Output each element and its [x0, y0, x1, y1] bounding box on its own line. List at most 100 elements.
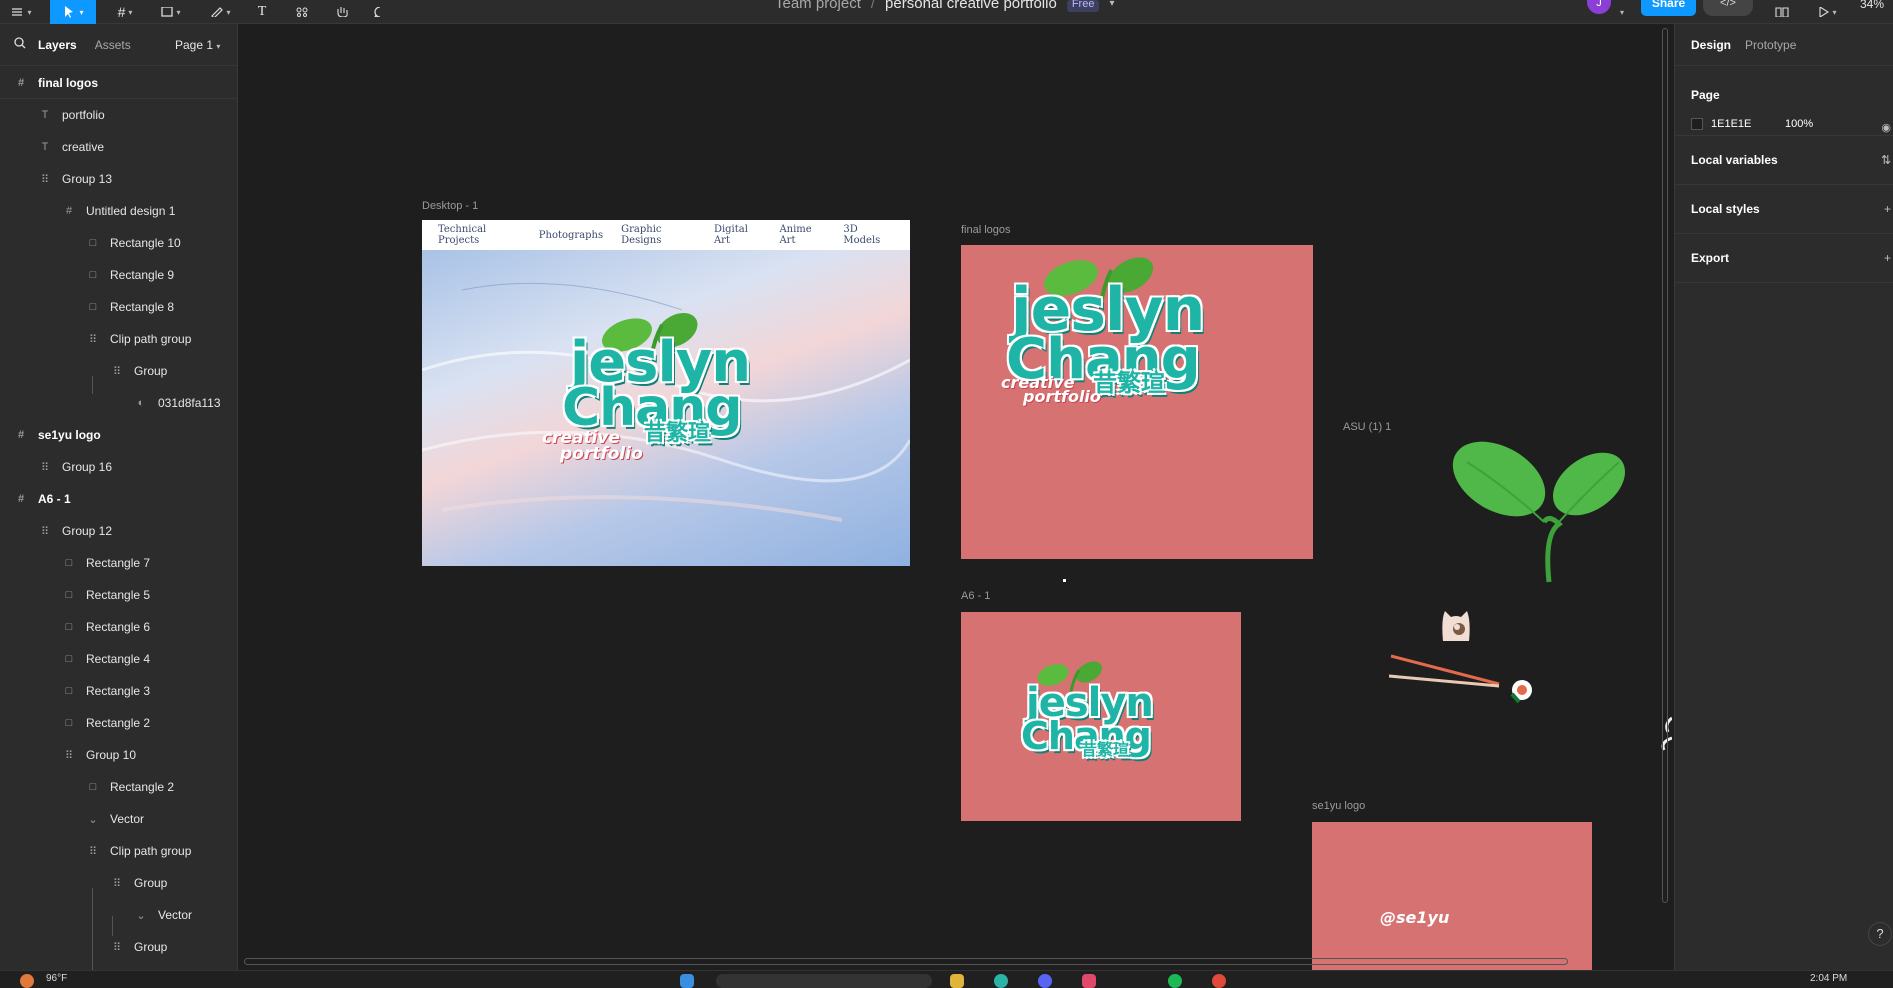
canvas[interactable]: Desktop - 1 Technical Projects Photograp… [239, 24, 1674, 970]
text-tool-button[interactable]: T [252, 0, 272, 24]
tab-assets[interactable]: Assets [95, 38, 131, 52]
local-variables-section[interactable]: Local variables ⇅ [1675, 136, 1893, 185]
local-styles-title: Local styles [1691, 202, 1760, 216]
layer-row[interactable]: ⠿ Group 13 [0, 163, 237, 195]
search-icon[interactable] [14, 37, 26, 52]
layer-label: Group 16 [62, 460, 113, 474]
text-icon: T [41, 141, 49, 153]
comment-tool-button[interactable] [370, 0, 390, 24]
edge-icon[interactable] [994, 974, 1008, 988]
shape-tool-button[interactable]: ▾ [154, 0, 188, 24]
add-style-icon[interactable]: + [1884, 185, 1891, 234]
layer-row[interactable]: ⠿ Group 12 [0, 515, 237, 547]
layer-row[interactable]: □ Rectangle 7 [0, 547, 237, 579]
cat-sticker-icon[interactable] [1439, 607, 1473, 643]
tab-design[interactable]: Design [1691, 38, 1731, 52]
page-opacity-value[interactable]: 100% [1785, 118, 1813, 130]
layer-row[interactable]: Tcreative [0, 131, 237, 163]
share-button[interactable]: Share [1641, 0, 1696, 16]
a6-frame[interactable]: jeslyn Chang 昔繁瑄 [961, 612, 1241, 821]
resources-button[interactable] [292, 0, 312, 24]
page-fill-row: 1E1E1E 100% [1691, 118, 1877, 130]
hand-tool-button[interactable] [332, 0, 352, 24]
layer-row[interactable]: # se1yu logo [0, 419, 237, 451]
eye-icon[interactable]: ◉ [1881, 121, 1891, 134]
layer-row[interactable]: ⌄ Vector [0, 899, 237, 931]
layer-row[interactable]: □ Rectangle 10 [0, 227, 237, 259]
start-icon[interactable] [680, 974, 694, 988]
frame-label-asu[interactable]: ASU (1) 1 [1343, 421, 1391, 433]
layer-row[interactable]: ⌄ Vector [0, 803, 237, 835]
library-button[interactable] [1772, 0, 1792, 24]
layer-row[interactable]: # final logos [0, 67, 237, 99]
final-logos-frame[interactable]: jeslyn Chang 昔繁瑄 creative portfolio [961, 245, 1313, 559]
layer-row[interactable]: # A6 - 1 [0, 483, 237, 515]
layer-row[interactable]: □ Rectangle 5 [0, 579, 237, 611]
file-name[interactable]: personal creative portfolio [885, 0, 1057, 12]
large-sprout-icon[interactable] [1449, 434, 1639, 584]
help-button[interactable]: ? [1868, 922, 1892, 946]
hand-icon [337, 7, 348, 17]
rectangle-icon: □ [65, 589, 73, 601]
layer-row[interactable]: □ Rectangle 4 [0, 643, 237, 675]
group-icon: ⠿ [88, 333, 98, 346]
text-icon: T [41, 109, 49, 121]
discord-icon[interactable] [1038, 974, 1052, 988]
layer-row[interactable]: ⠿ Group [0, 355, 237, 387]
layer-row[interactable]: □ Rectangle 8 [0, 291, 237, 323]
horizontal-scrollbar[interactable] [244, 958, 1568, 965]
app-icon[interactable] [1082, 974, 1096, 988]
tab-prototype[interactable]: Prototype [1745, 38, 1796, 52]
layer-row[interactable]: □ Rectangle 9 [0, 259, 237, 291]
variables-icon[interactable]: ⇅ [1881, 136, 1891, 185]
frame-label-final-logos[interactable]: final logos [961, 224, 1011, 236]
layer-row[interactable]: ⠿ Group [0, 931, 237, 963]
spotify-icon[interactable] [1168, 974, 1182, 988]
present-button[interactable]: ▾ [1812, 0, 1844, 24]
layer-row[interactable]: □ Rectangle 2 [0, 771, 237, 803]
layer-row[interactable]: ⠿ Clip path group [0, 835, 237, 867]
add-export-icon[interactable]: + [1884, 234, 1891, 283]
layer-row[interactable]: Tportfolio [0, 99, 237, 131]
page-color-value[interactable]: 1E1E1E [1711, 118, 1785, 130]
layer-row[interactable]: ⠿ Group [0, 867, 237, 899]
frame-label-desktop[interactable]: Desktop - 1 [422, 200, 478, 212]
layer-row[interactable]: □ Rectangle 3 [0, 675, 237, 707]
layer-row[interactable]: ⠿ Group 16 [0, 451, 237, 483]
layer-row[interactable]: ⠿ Group 10 [0, 739, 237, 771]
selyu-logo-frame[interactable]: @se1yu [1312, 822, 1592, 970]
vertical-scrollbar[interactable] [1662, 28, 1668, 903]
layer-row[interactable]: ⠿ Clip path group [0, 323, 237, 355]
taskbar-search-box[interactable] [716, 974, 932, 988]
pen-tool-button[interactable]: ▾ [204, 0, 238, 24]
layer-label: Clip path group [110, 844, 192, 858]
main-menu-button[interactable]: ▾ [6, 0, 36, 24]
plan-badge[interactable]: Free [1066, 0, 1100, 12]
dev-mode-toggle[interactable]: </> [1703, 0, 1753, 16]
avatar[interactable]: J [1587, 0, 1611, 14]
clock[interactable]: 2:04 PM [1810, 973, 1847, 984]
chrome-icon[interactable] [1212, 974, 1226, 988]
tab-layers[interactable]: Layers [38, 38, 77, 52]
color-swatch[interactable] [1691, 118, 1703, 130]
frame-label-selyu[interactable]: se1yu logo [1312, 800, 1365, 812]
file-explorer-icon[interactable] [950, 974, 964, 988]
layer-row[interactable]: ◐ 031d8fa113 [0, 387, 237, 419]
weather-temp[interactable]: 96°F [46, 973, 67, 984]
frame-tool-button[interactable]: # ▾ [108, 0, 142, 24]
layer-row[interactable]: □ Rectangle 2 [0, 707, 237, 739]
move-tool-button[interactable]: ▾ [50, 0, 96, 24]
layer-row[interactable]: □ Rectangle 6 [0, 611, 237, 643]
team-name[interactable]: Team project [775, 0, 861, 12]
weather-icon[interactable] [20, 974, 34, 988]
logo-sub-portfolio: portfolio [1023, 387, 1101, 406]
multiplayer-chevron-icon[interactable]: ▾ [1615, 0, 1629, 24]
layer-row[interactable]: # Untitled design 1 [0, 195, 237, 227]
desktop-frame[interactable]: Technical Projects Photographs Graphic D… [422, 220, 910, 566]
file-menu-chevron-icon[interactable]: ▾ [1109, 0, 1114, 12]
frame-label-a6[interactable]: A6 - 1 [961, 590, 990, 602]
sushi-chopsticks-icon[interactable] [1389, 654, 1539, 704]
local-styles-section: Local styles + [1675, 185, 1893, 234]
page-selector[interactable]: Page 1 ▾ [175, 38, 220, 52]
zoom-level[interactable]: 34% [1860, 0, 1884, 10]
